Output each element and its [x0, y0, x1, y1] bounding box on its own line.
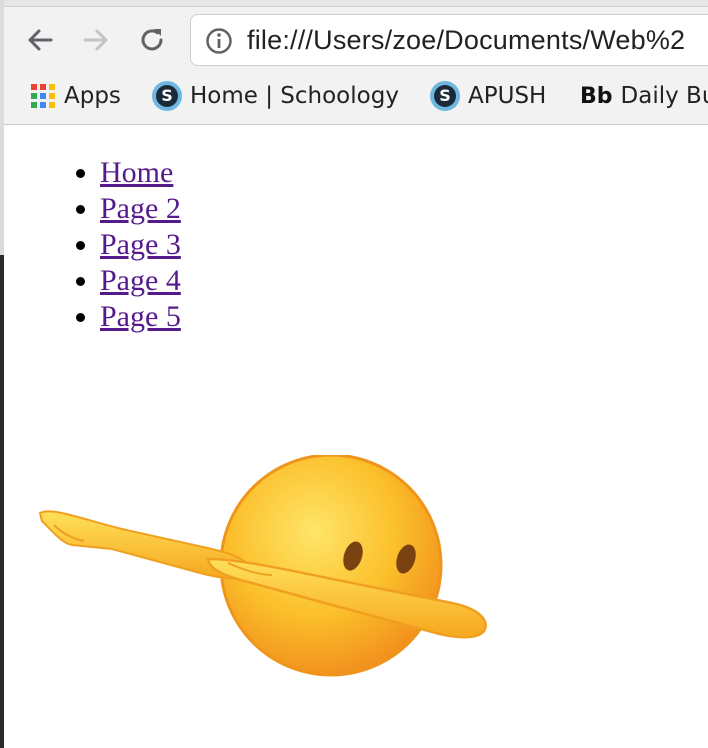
address-bar[interactable]: file:///Users/zoe/Documents/Web%2 [190, 14, 708, 66]
url-text[interactable]: file:///Users/zoe/Documents/Web%2 [247, 25, 685, 56]
nav-link-page-4[interactable]: Page 4 [100, 264, 181, 297]
list-item: Page 3 [100, 227, 181, 263]
nav-list: Home Page 2 Page 3 Page 4 Page 5 [60, 155, 181, 335]
info-icon[interactable] [205, 27, 233, 60]
bookmark-apps[interactable]: Apps [30, 80, 121, 112]
bookmark-label: Apps [64, 83, 121, 109]
list-item: Page 4 [100, 263, 181, 299]
reload-button[interactable] [134, 22, 170, 58]
list-item: Page 2 [100, 191, 181, 227]
list-item: Home [100, 155, 181, 191]
schoology-icon: S [430, 81, 460, 111]
back-button[interactable] [22, 22, 58, 58]
arrow-left-icon [28, 29, 53, 51]
bookmark-home-schoology[interactable]: S Home | Schoology [152, 80, 399, 112]
browser-chrome: file:///Users/zoe/Documents/Web%2 Apps S… [4, 0, 708, 125]
nav-link-home[interactable]: Home [100, 156, 173, 189]
page-content: Home Page 2 Page 3 Page 4 Page 5 [4, 125, 708, 748]
arrow-right-icon [83, 29, 108, 51]
list-item: Page 5 [100, 299, 181, 335]
reload-icon [141, 29, 163, 51]
bookmark-apush[interactable]: S APUSH [430, 80, 546, 112]
schoology-icon: S [152, 81, 182, 111]
apps-grid-icon [30, 83, 56, 109]
bookmark-label: APUSH [468, 83, 547, 109]
bookmarks-bar: Apps S Home | Schoology S APUSH Bb Daily… [4, 74, 708, 118]
dab-emoji-image [32, 453, 502, 700]
nav-link-page-2[interactable]: Page 2 [100, 192, 181, 225]
forward-button[interactable] [78, 22, 114, 58]
bookmark-label: Daily Bu [620, 83, 708, 109]
tab-strip [4, 0, 708, 7]
dab-emoji-icon [38, 453, 487, 677]
nav-link-page-3[interactable]: Page 3 [100, 228, 181, 261]
bookmark-label: Home | Schoology [190, 83, 399, 109]
nav-link-page-5[interactable]: Page 5 [100, 300, 181, 333]
bookmark-daily-bulletin[interactable]: Bb Daily Bu [580, 80, 708, 112]
bb-icon: Bb [580, 83, 613, 109]
